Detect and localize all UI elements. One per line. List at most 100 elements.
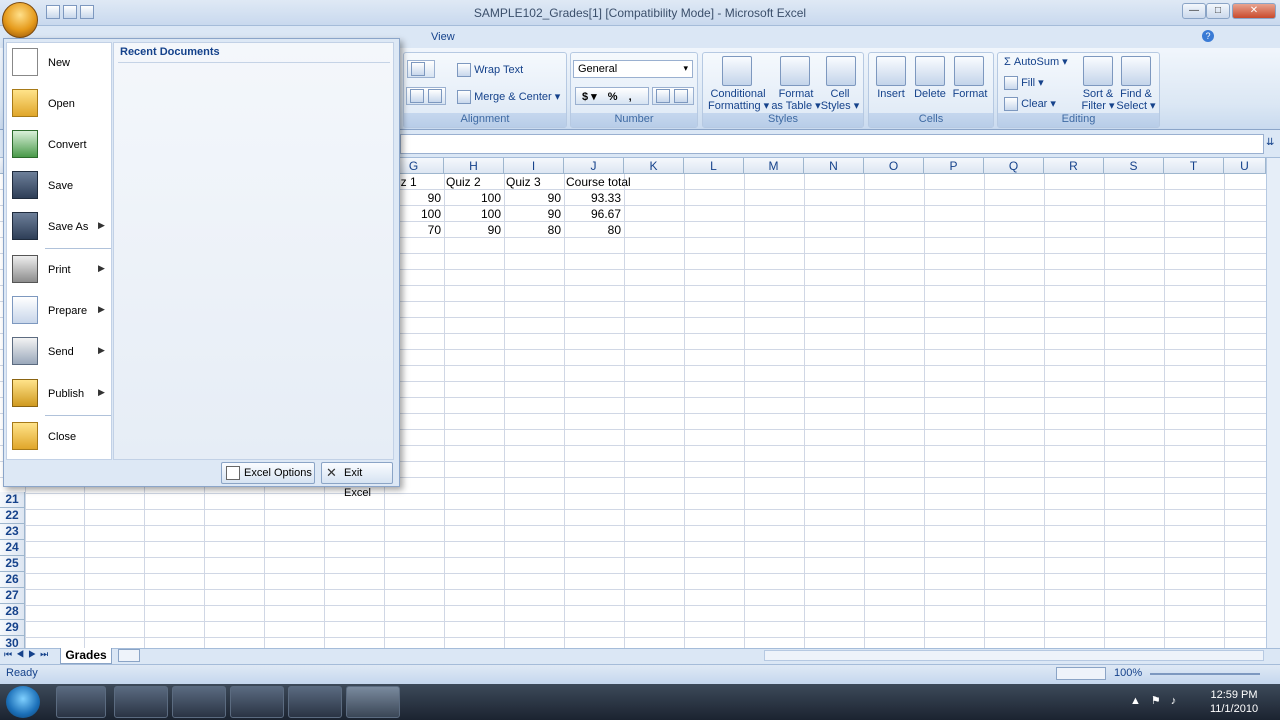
column-header[interactable]: K [624,158,684,174]
number-format-select[interactable]: General ▾ [573,60,693,78]
column-header[interactable]: H [444,158,504,174]
maximize-button[interactable]: □ [1206,3,1230,19]
expand-formula-bar-icon[interactable]: ⇊ [1266,137,1274,148]
menu-item-send[interactable]: Send ▶ [8,333,112,371]
sort-filter-button[interactable]: Sort & Filter ▾ [1078,88,1118,112]
taskbar-app-icon[interactable] [288,686,342,718]
menu-item-open[interactable]: Open [8,85,112,123]
decimal-buttons[interactable] [652,87,694,105]
help-icon[interactable]: ? [1202,30,1214,42]
conditional-formatting-button[interactable]: Conditional Formatting ▾ [708,88,769,112]
insert-sheet-icon[interactable] [118,649,140,662]
fill-button[interactable]: Fill ▾ [1004,76,1044,91]
media-player-icon[interactable] [172,686,226,718]
column-header[interactable]: J [564,158,624,174]
cell[interactable]: iz 1 [398,174,444,190]
column-header[interactable]: S [1104,158,1164,174]
minimize-button[interactable]: — [1182,3,1206,19]
taskbar-app-icon[interactable] [230,686,284,718]
column-header[interactable]: I [504,158,564,174]
menu-item-close[interactable]: Close [8,418,112,456]
menu-item-print[interactable]: Print ▶ [8,251,112,289]
wrap-text-button[interactable]: Wrap Text [457,63,523,77]
cell[interactable]: 90 [504,190,564,206]
cell-styles-button[interactable]: Cell Styles ▾ [820,88,860,112]
menu-item-save[interactable]: Save [8,167,112,205]
grid-column-line [1104,174,1105,648]
start-button[interactable] [6,686,40,718]
cell[interactable]: 100 [444,206,504,222]
row-header[interactable]: 22 [0,508,25,524]
folder-icon[interactable] [114,686,168,718]
row-header[interactable]: 23 [0,524,25,540]
row-header[interactable]: 24 [0,540,25,556]
menu-item-save-as[interactable]: Save As ▶ [8,208,112,246]
sheet-nav-arrows[interactable]: ⏮◀▶⏭ [4,649,52,660]
cell[interactable]: 96.67 [564,206,624,222]
menu-item-publish[interactable]: Publish ▶ [8,375,112,413]
menu-item-new[interactable]: New [8,44,112,82]
horizontal-scrollbar[interactable] [764,650,1264,661]
fill-label: Fill [1021,77,1036,89]
grid-row-line [0,637,1266,638]
percent-button[interactable]: % [608,91,618,103]
cell[interactable]: 93.33 [564,190,624,206]
format-as-table-button[interactable]: Format as Table ▾ [770,88,822,112]
exit-excel-button[interactable]: ✕ Exit Excel [321,462,393,499]
row-header[interactable]: 30 [0,636,25,648]
format-cells-button[interactable]: Format [950,88,990,100]
sheet-tab-grades[interactable]: Grades [60,648,112,664]
tab-view[interactable]: View [431,31,455,43]
delete-button[interactable]: Delete [911,88,949,100]
formula-input[interactable] [400,134,1264,154]
row-header[interactable]: 29 [0,620,25,636]
excel-taskbar-icon[interactable] [346,686,400,718]
menu-item-convert[interactable]: Convert [8,126,112,164]
insert-button[interactable]: Insert [874,88,908,100]
autosum-button[interactable]: Σ AutoSum ▾ [1004,55,1068,68]
find-select-button[interactable]: Find & Select ▾ [1116,88,1156,112]
row-header[interactable]: 27 [0,588,25,604]
cell[interactable]: 100 [444,190,504,206]
column-header[interactable]: M [744,158,804,174]
column-header[interactable]: U [1224,158,1266,174]
row-header[interactable]: 25 [0,556,25,572]
column-header[interactable]: L [684,158,744,174]
column-header[interactable]: T [1164,158,1224,174]
menu-item-prepare[interactable]: Prepare ▶ [8,292,112,330]
comma-button[interactable]: , [629,91,632,103]
column-header[interactable]: P [924,158,984,174]
column-header[interactable]: R [1044,158,1104,174]
vertical-scrollbar[interactable] [1266,158,1280,648]
view-buttons[interactable] [1056,667,1106,680]
excel-options-button[interactable]: Excel Options [221,462,315,484]
row-header[interactable]: 26 [0,572,25,588]
cell[interactable]: 80 [504,222,564,238]
indent-buttons[interactable] [406,87,446,105]
row-header[interactable]: 21 [0,492,25,508]
close-button[interactable]: ✕ [1232,3,1276,19]
cell[interactable]: 90 [504,206,564,222]
cell[interactable]: Quiz 2 [446,174,504,190]
cell[interactable]: Course total [566,174,646,190]
orientation-button[interactable] [407,60,435,78]
column-header[interactable]: N [804,158,864,174]
cell[interactable]: Quiz 3 [506,174,564,190]
tray-icons[interactable]: ▲⚑♪ [1130,694,1186,707]
row-header[interactable]: 28 [0,604,25,620]
currency-percent-buttons[interactable]: $ ▾ % , [575,87,649,105]
office-button[interactable] [2,2,38,38]
currency-button[interactable]: $ [582,91,588,103]
cell[interactable]: 80 [564,222,624,238]
merge-center-button[interactable]: Merge & Center ▾ [457,90,560,105]
zoom-slider[interactable] [1150,673,1260,675]
cell[interactable]: 90 [444,222,504,238]
internet-explorer-icon[interactable] [56,686,106,718]
zoom-level[interactable]: 100% [1114,667,1142,679]
clear-button[interactable]: Clear ▾ [1004,97,1056,112]
column-header[interactable]: O [864,158,924,174]
taskbar-clock[interactable]: 12:59 PM 11/1/2010 [1196,688,1272,716]
column-header[interactable]: Q [984,158,1044,174]
quick-access-toolbar[interactable] [46,5,146,19]
conditional-formatting-icon [722,56,752,86]
